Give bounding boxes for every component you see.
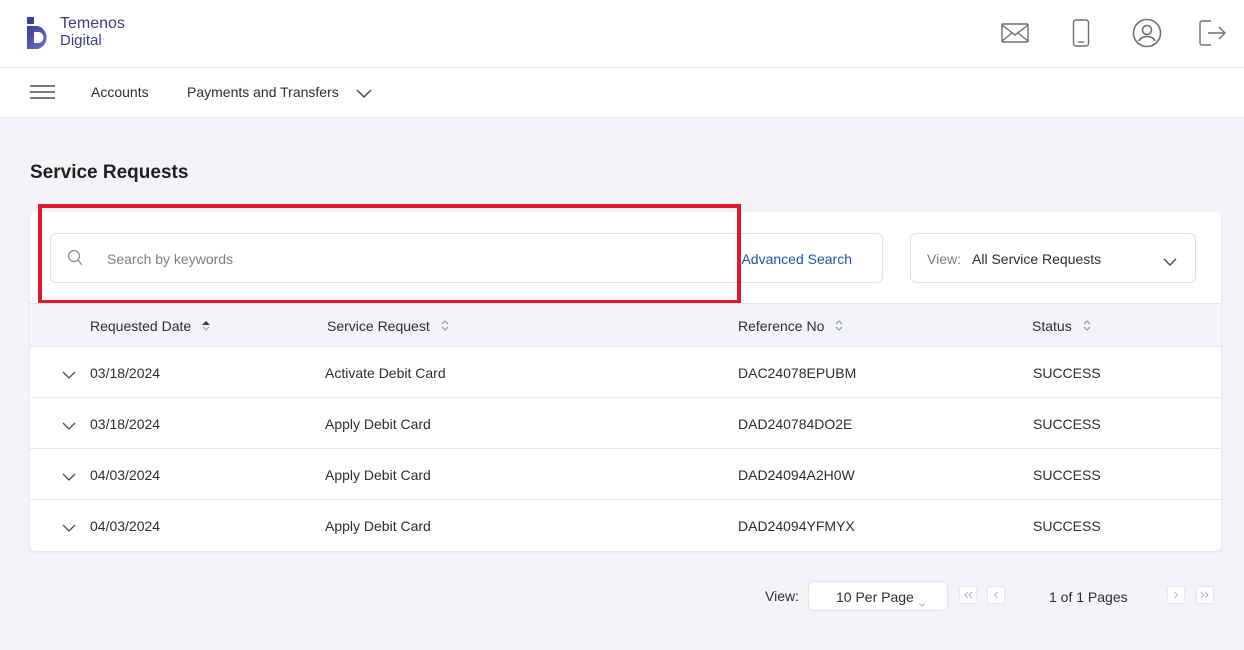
first-page-button[interactable] [959, 586, 977, 604]
search-input[interactable] [105, 246, 705, 272]
cell-requested-date: 03/18/2024 [90, 365, 161, 381]
service-requests-card: Advanced Search View: All Service Reques… [30, 204, 1221, 551]
top-header: Temenos Digital [0, 0, 1244, 68]
next-page-button[interactable] [1167, 586, 1185, 604]
nav-item-payments-and-transfers[interactable]: Payments and Transfers [187, 84, 339, 100]
main-nav: Accounts Payments and Transfers [0, 68, 1244, 118]
column-header-status[interactable]: Status [1032, 318, 1092, 334]
cell-requested-date: 04/03/2024 [90, 467, 161, 483]
column-header-reference-no[interactable]: Reference No [738, 318, 844, 334]
table-row[interactable]: 04/03/2024 Apply Debit Card DAD24094A2H0… [30, 449, 1221, 500]
search-box[interactable]: Advanced Search [50, 233, 883, 283]
sort-icon [1082, 318, 1092, 334]
cell-reference-no: DAC24078EPUBM [738, 365, 857, 381]
cell-status: SUCCESS [1033, 416, 1101, 432]
pagination: View: 10 Per Page 1 of 1 Pages [0, 580, 1244, 611]
logo-line2: Digital [60, 32, 102, 49]
sort-asc-icon [201, 318, 211, 334]
cell-service-request: Apply Debit Card [325, 416, 431, 432]
cell-service-request: Apply Debit Card [325, 518, 431, 534]
logout-icon[interactable] [1196, 16, 1230, 50]
chevron-down-icon [919, 594, 925, 612]
hamburger-menu-icon[interactable] [30, 84, 55, 102]
search-icon [67, 249, 85, 272]
previous-page-button[interactable] [987, 586, 1005, 604]
chevron-down-icon[interactable] [62, 367, 76, 385]
logo-text: Temenos Digital [60, 15, 125, 49]
cell-service-request: Activate Debit Card [325, 365, 446, 381]
last-page-button[interactable] [1196, 586, 1214, 604]
per-page-label: View: [765, 588, 799, 604]
page-info: 1 of 1 Pages [1049, 589, 1128, 605]
cell-requested-date: 03/18/2024 [90, 416, 161, 432]
temenos-logo[interactable]: Temenos Digital [26, 14, 125, 50]
cell-service-request: Apply Debit Card [325, 467, 431, 483]
column-label: Status [1032, 318, 1072, 334]
cell-status: SUCCESS [1033, 467, 1101, 483]
column-header-service-request[interactable]: Service Request [327, 318, 450, 334]
nav-item-accounts[interactable]: Accounts [91, 84, 149, 100]
sort-icon [834, 318, 844, 334]
cell-reference-no: DAD24094A2H0W [738, 467, 855, 483]
chevron-down-icon[interactable] [356, 86, 372, 104]
per-page-value: 10 Per Page [836, 589, 914, 605]
cell-requested-date: 04/03/2024 [90, 518, 161, 534]
mobile-icon[interactable] [1064, 16, 1098, 50]
double-chevron-right-icon [1200, 591, 1209, 599]
double-chevron-left-icon [964, 591, 973, 599]
mail-icon[interactable] [998, 16, 1032, 50]
sort-icon [440, 318, 450, 334]
profile-icon[interactable] [1130, 16, 1164, 50]
table-row[interactable]: 03/18/2024 Apply Debit Card DAD240784DO2… [30, 398, 1221, 449]
table-header: Requested Date Service Request Reference… [30, 303, 1221, 347]
cell-status: SUCCESS [1033, 518, 1101, 534]
view-filter-dropdown[interactable]: View: All Service Requests [910, 233, 1196, 283]
cell-status: SUCCESS [1033, 365, 1101, 381]
view-filter-value: All Service Requests [972, 251, 1102, 267]
chevron-down-icon[interactable] [62, 418, 76, 436]
cell-reference-no: DAD24094YFMYX [738, 518, 855, 534]
logo-mark-icon [27, 17, 47, 49]
column-label: Requested Date [90, 318, 192, 334]
advanced-search-link[interactable]: Advanced Search [741, 251, 852, 267]
page-title: Service Requests [30, 162, 189, 183]
view-filter-label: View: [927, 251, 961, 267]
chevron-down-icon [1163, 254, 1177, 272]
header-actions [966, 16, 1230, 50]
chevron-down-icon[interactable] [62, 520, 76, 538]
chevron-left-icon [993, 591, 998, 599]
column-header-requested-date[interactable]: Requested Date [90, 318, 211, 334]
table-row[interactable]: 04/03/2024 Apply Debit Card DAD24094YFMY… [30, 500, 1221, 551]
table-row[interactable]: 03/18/2024 Activate Debit Card DAC24078E… [30, 347, 1221, 398]
column-label: Service Request [327, 318, 430, 334]
chevron-right-icon [1174, 591, 1179, 599]
cell-reference-no: DAD240784DO2E [738, 416, 853, 432]
logo-line1: Temenos [60, 15, 125, 32]
chevron-down-icon[interactable] [62, 469, 76, 487]
per-page-dropdown[interactable]: 10 Per Page [808, 581, 948, 611]
column-label: Reference No [738, 318, 825, 334]
